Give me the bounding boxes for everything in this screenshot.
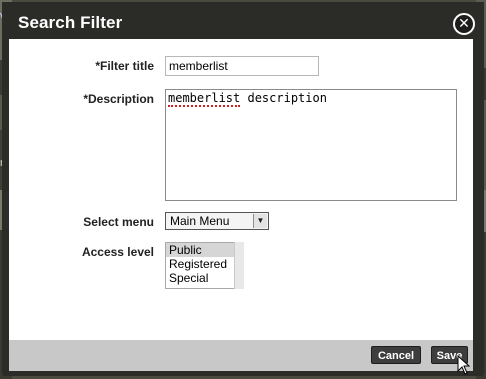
- access-level-label: Access level: [81, 245, 154, 259]
- dialog-titlebar: Search Filter ✕: [2, 2, 484, 38]
- mouse-pointer-icon: [457, 355, 471, 375]
- dialog-footer: Cancel Save: [9, 340, 473, 371]
- access-level-scrollbar[interactable]: [234, 242, 244, 289]
- chevron-down-icon[interactable]: ▼: [253, 214, 267, 228]
- description-label: *Description: [83, 92, 154, 106]
- access-level-option-public[interactable]: Public: [166, 243, 244, 257]
- access-level-listbox[interactable]: Public Registered Special: [165, 242, 244, 289]
- select-menu-dropdown[interactable]: Main Menu ▼: [165, 212, 269, 230]
- spellcheck-underline: [168, 102, 240, 107]
- dialog-title: Search Filter: [18, 13, 123, 32]
- filter-title-label: *Filter title: [95, 59, 154, 73]
- close-icon-glyph: ✕: [455, 15, 473, 33]
- access-level-option-special[interactable]: Special: [166, 271, 244, 285]
- access-level-option-registered[interactable]: Registered: [166, 257, 244, 271]
- close-icon[interactable]: ✕: [453, 13, 475, 35]
- dialog-content: *Filter title *Description memberlist de…: [9, 39, 473, 340]
- select-menu-label: Select menu: [83, 215, 154, 229]
- filter-title-input[interactable]: [165, 56, 319, 76]
- select-menu-value: Main Menu: [170, 214, 230, 228]
- cancel-button[interactable]: Cancel: [371, 346, 421, 364]
